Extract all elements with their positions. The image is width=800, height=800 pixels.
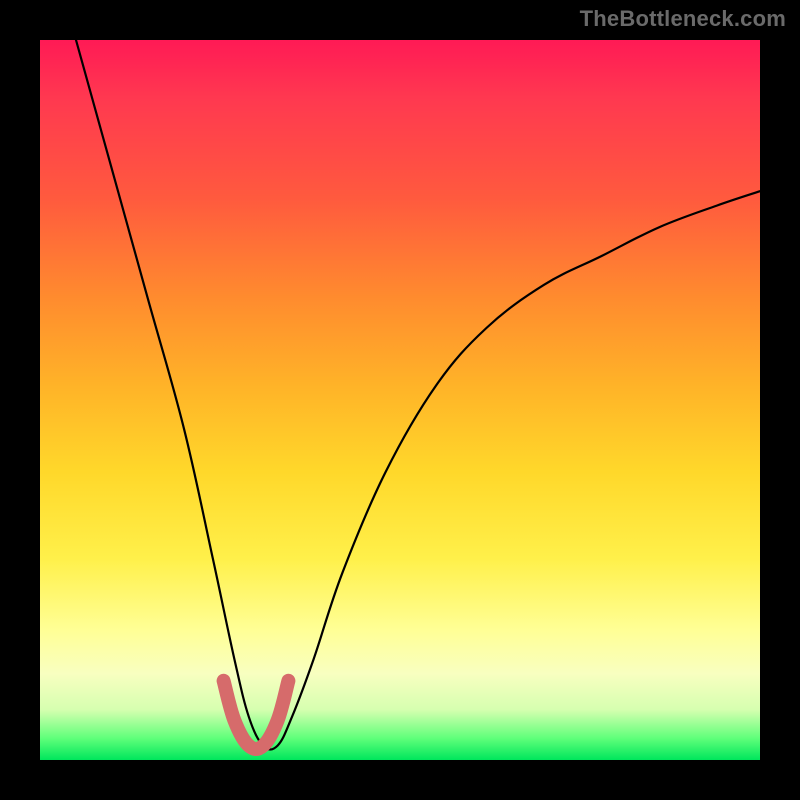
curve-svg	[40, 40, 760, 760]
chart-stage: TheBottleneck.com	[0, 0, 800, 800]
bottleneck-curve	[76, 40, 760, 749]
watermark-text: TheBottleneck.com	[580, 6, 786, 32]
highlight-band	[224, 681, 289, 749]
plot-area	[40, 40, 760, 760]
